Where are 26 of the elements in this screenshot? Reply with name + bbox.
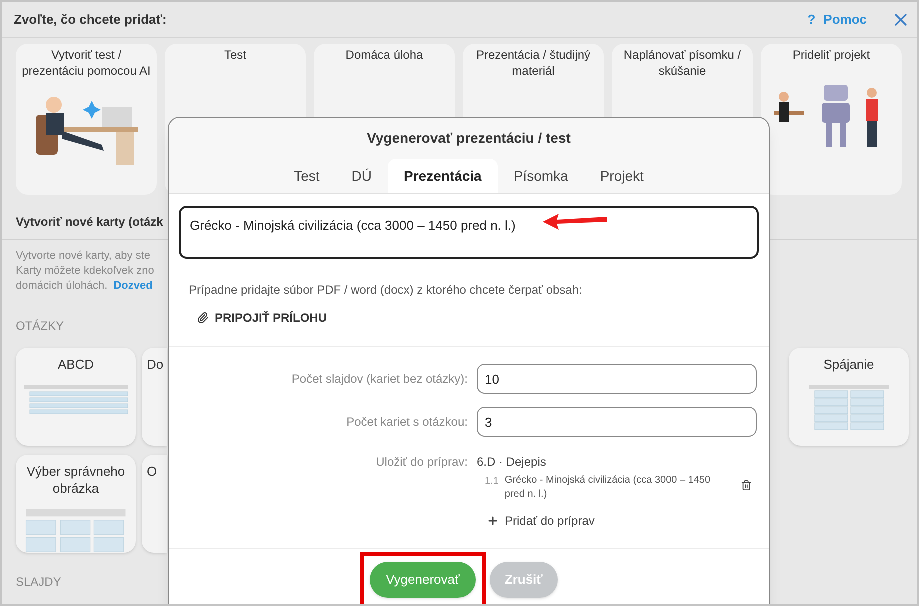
description-text: domácich úlohách. <box>16 279 108 294</box>
dialog-title: Vygenerovať prezentáciu / test <box>366 129 572 148</box>
card-label: Výber správneho obrázka <box>26 463 126 497</box>
section-title: Vytvoriť nové karty (otázk <box>16 214 164 231</box>
card-label: O <box>147 463 158 480</box>
lesson-title: Grécko - Minojská civilizácia (cca 3000 – 1450 pred n. l.) <box>504 474 712 502</box>
field-label: Počet slajdov (kariet bez otázky): <box>290 371 468 388</box>
attachment-hint: Prípadne pridajte súbor PDF / word (docx) z ktorého chcete čerpať obsah: <box>188 282 584 299</box>
course-name: 6.D · Dejepis <box>477 454 548 471</box>
card-label: ABCD <box>56 356 96 373</box>
dialog-heading: Zvoľte, čo chcete pridať: <box>14 10 167 29</box>
card-label: Vytvoriť test / prezentáciu pomocou AI <box>21 47 152 79</box>
item-number: 1.1 <box>485 475 499 489</box>
category-heading: SLAJDY <box>16 575 62 589</box>
card-label: Naplánovať písomku / skúšanie <box>622 47 742 79</box>
field-label: Uložiť do príprav: <box>375 454 468 471</box>
card-label: Test <box>223 47 248 63</box>
category-heading: OTÁZKY <box>16 319 64 333</box>
description-text: Karty môžete kdekoľvek zno <box>16 264 156 279</box>
card-label: Domáca úloha <box>344 47 424 63</box>
card-label: Prezentácia / študijný materiál <box>475 47 592 79</box>
card-label: Prideliť projekt <box>792 47 872 63</box>
description-text: Vytvorte nové karty, aby ste <box>16 249 152 264</box>
card-label: Spájanie <box>822 356 876 373</box>
field-label: Počet kariet s otázkou: <box>346 414 468 431</box>
card-label: Do <box>147 356 164 373</box>
